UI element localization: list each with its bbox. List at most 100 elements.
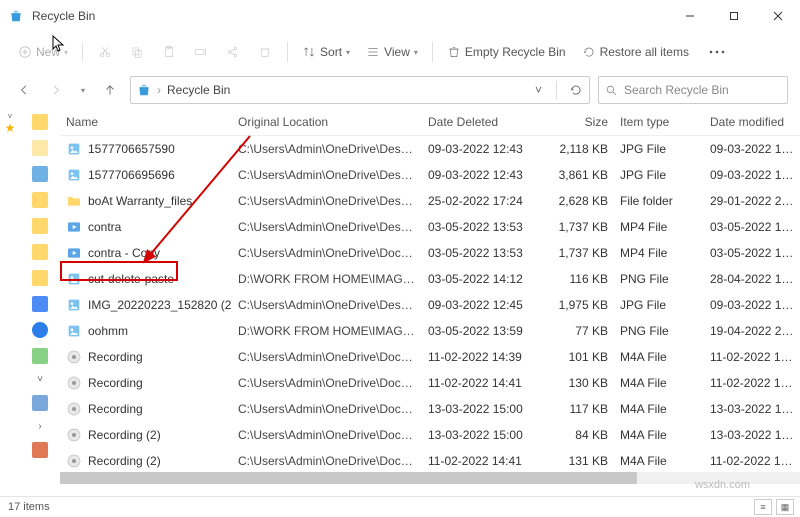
share-button[interactable] bbox=[219, 41, 247, 63]
details-view-button[interactable]: ≡ bbox=[754, 499, 772, 515]
copy-button[interactable] bbox=[123, 41, 151, 63]
item-type: PNG File bbox=[614, 324, 704, 338]
table-row[interactable]: Recording (2)C:\Users\Admin\OneDrive\Doc… bbox=[60, 422, 800, 448]
sidebar-thumb[interactable] bbox=[32, 296, 48, 312]
watermark: wsxdn.com bbox=[695, 479, 750, 491]
sidebar-thumb[interactable] bbox=[32, 244, 48, 260]
size: 1,975 KB bbox=[552, 298, 614, 312]
scrollbar-thumb[interactable] bbox=[60, 472, 637, 484]
date-modified: 09-03-2022 12:38 bbox=[704, 168, 800, 182]
restore-all-button[interactable]: Restore all items bbox=[576, 41, 695, 63]
col-date-modified[interactable]: Date modified bbox=[704, 115, 800, 129]
sidebar-thumb[interactable] bbox=[32, 166, 48, 182]
column-headers: Name Original Location Date Deleted Size… bbox=[60, 108, 800, 136]
file-rows[interactable]: 1577706657590C:\Users\Admin\OneDrive\Des… bbox=[60, 136, 800, 472]
sidebar-thumb[interactable] bbox=[32, 395, 48, 411]
separator bbox=[287, 42, 288, 62]
original-location: C:\Users\Admin\OneDrive\Desktop\Shiva... bbox=[232, 298, 422, 312]
sidebar-thumb[interactable] bbox=[32, 442, 48, 458]
cut-button[interactable] bbox=[91, 41, 119, 63]
recent-locations-button[interactable]: ▾ bbox=[76, 78, 90, 102]
date-deleted: 13-03-2022 15:00 bbox=[422, 428, 552, 442]
item-type: MP4 File bbox=[614, 246, 704, 260]
sidebar-chevron[interactable]: › bbox=[38, 421, 41, 432]
up-button[interactable] bbox=[98, 78, 122, 102]
back-button[interactable] bbox=[12, 78, 36, 102]
table-row[interactable]: RecordingC:\Users\Admin\OneDrive\Documen… bbox=[60, 396, 800, 422]
item-count: 17 items bbox=[8, 501, 50, 513]
file-name: cut-delete-paste bbox=[88, 272, 174, 286]
size: 101 KB bbox=[552, 350, 614, 364]
table-row[interactable]: cut-delete-pasteD:\WORK FROM HOME\IMAGES… bbox=[60, 266, 800, 292]
audio-icon bbox=[66, 375, 82, 391]
sidebar-thumb[interactable] bbox=[32, 192, 48, 208]
item-type: PNG File bbox=[614, 272, 704, 286]
maximize-button[interactable] bbox=[712, 0, 756, 32]
address-bar[interactable]: › Recycle Bin ˅ bbox=[130, 76, 590, 104]
item-type: File folder bbox=[614, 194, 704, 208]
table-row[interactable]: oohmmD:\WORK FROM HOME\IMAGES\O&O D...03… bbox=[60, 318, 800, 344]
horizontal-scrollbar[interactable] bbox=[60, 472, 800, 484]
table-row[interactable]: 1577706695696C:\Users\Admin\OneDrive\Des… bbox=[60, 162, 800, 188]
table-row[interactable]: RecordingC:\Users\Admin\OneDrive\Documen… bbox=[60, 370, 800, 396]
image-icon bbox=[66, 271, 82, 287]
view-button[interactable]: View ▾ bbox=[360, 41, 424, 63]
table-row[interactable]: Recording (2)C:\Users\Admin\OneDrive\Doc… bbox=[60, 448, 800, 472]
empty-recycle-bin-button[interactable]: Empty Recycle Bin bbox=[441, 41, 572, 63]
sidebar-thumb[interactable] bbox=[32, 348, 48, 364]
minimize-button[interactable] bbox=[668, 0, 712, 32]
col-name[interactable]: Name bbox=[60, 115, 232, 129]
original-location: C:\Users\Admin\OneDrive\Documents\T... bbox=[232, 246, 422, 260]
sidebar-thumb[interactable] bbox=[32, 140, 48, 156]
file-name: Recording bbox=[88, 376, 143, 390]
table-row[interactable]: contra - CopyC:\Users\Admin\OneDrive\Doc… bbox=[60, 240, 800, 266]
paste-button[interactable] bbox=[155, 41, 183, 63]
chevron-down-icon[interactable]: ˅ bbox=[8, 112, 13, 121]
date-modified: 13-03-2022 15:00 bbox=[704, 428, 800, 442]
sidebar-thumb[interactable] bbox=[32, 114, 48, 130]
restore-label: Restore all items bbox=[600, 45, 689, 59]
table-row[interactable]: IMG_20220223_152820 (2)C:\Users\Admin\On… bbox=[60, 292, 800, 318]
date-deleted: 09-03-2022 12:43 bbox=[422, 168, 552, 182]
sort-label: Sort bbox=[320, 45, 342, 59]
sidebar-thumb[interactable] bbox=[32, 270, 48, 286]
table-row[interactable]: boAt Warranty_filesC:\Users\Admin\OneDri… bbox=[60, 188, 800, 214]
view-label: View bbox=[384, 45, 410, 59]
sidebar-thumb[interactable] bbox=[32, 218, 48, 234]
star-icon: ★ bbox=[5, 121, 16, 135]
file-name: IMG_20220223_152820 (2) bbox=[88, 298, 232, 312]
date-modified: 09-03-2022 12:39 bbox=[704, 298, 800, 312]
original-location: C:\Users\Admin\OneDrive\Desktop\Shiva... bbox=[232, 168, 422, 182]
rename-button[interactable] bbox=[187, 41, 215, 63]
size: 1,737 KB bbox=[552, 246, 614, 260]
new-button[interactable]: New ▾ bbox=[12, 41, 74, 63]
audio-icon bbox=[66, 453, 82, 469]
table-row[interactable]: 1577706657590C:\Users\Admin\OneDrive\Des… bbox=[60, 136, 800, 162]
file-name: boAt Warranty_files bbox=[88, 194, 192, 208]
more-button[interactable] bbox=[703, 46, 731, 58]
search-icon bbox=[605, 84, 618, 97]
sidebar-thumb[interactable] bbox=[32, 322, 48, 338]
col-date-deleted[interactable]: Date Deleted bbox=[422, 115, 552, 129]
close-button[interactable] bbox=[756, 0, 800, 32]
forward-button[interactable] bbox=[44, 78, 68, 102]
item-type: JPG File bbox=[614, 168, 704, 182]
folder-icon bbox=[66, 193, 82, 209]
breadcrumb-item[interactable]: Recycle Bin bbox=[167, 83, 230, 97]
table-row[interactable]: RecordingC:\Users\Admin\OneDrive\Documen… bbox=[60, 344, 800, 370]
file-name: Recording (2) bbox=[88, 428, 161, 442]
col-size[interactable]: Size bbox=[552, 115, 614, 129]
col-original-location[interactable]: Original Location bbox=[232, 115, 422, 129]
search-box[interactable]: Search Recycle Bin bbox=[598, 76, 788, 104]
delete-button[interactable] bbox=[251, 41, 279, 63]
item-type: M4A File bbox=[614, 454, 704, 468]
col-item-type[interactable]: Item type bbox=[614, 115, 704, 129]
video-icon bbox=[66, 245, 82, 261]
sort-button[interactable]: Sort ▾ bbox=[296, 41, 356, 63]
thumbnails-view-button[interactable]: ▦ bbox=[776, 499, 794, 515]
table-row[interactable]: contraC:\Users\Admin\OneDrive\Desktop03-… bbox=[60, 214, 800, 240]
address-row: ▾ › Recycle Bin ˅ Search Recycle Bin bbox=[0, 72, 800, 108]
refresh-button[interactable] bbox=[569, 83, 583, 97]
sidebar-chevron[interactable]: ˅ bbox=[37, 374, 43, 385]
history-chevron[interactable]: ˅ bbox=[529, 83, 542, 97]
